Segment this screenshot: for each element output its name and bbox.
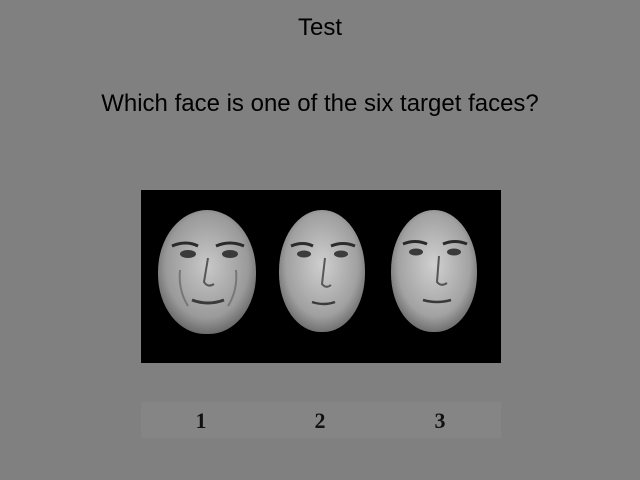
face-2-icon: [279, 210, 365, 332]
choice-2-button[interactable]: 2: [300, 408, 340, 434]
face-image-3: [391, 210, 477, 332]
face-image-1: [158, 210, 256, 334]
answer-choices-bar: 1 2 3: [141, 402, 501, 438]
face-stimulus-panel: [141, 190, 501, 363]
choice-1-button[interactable]: 1: [181, 408, 221, 434]
question-prompt: Which face is one of the six target face…: [101, 90, 539, 117]
face-3-icon: [391, 210, 477, 332]
face-1-icon: [158, 210, 256, 334]
face-image-2: [279, 210, 365, 332]
page-title: Test: [297, 14, 342, 41]
choice-3-button[interactable]: 3: [420, 408, 460, 434]
